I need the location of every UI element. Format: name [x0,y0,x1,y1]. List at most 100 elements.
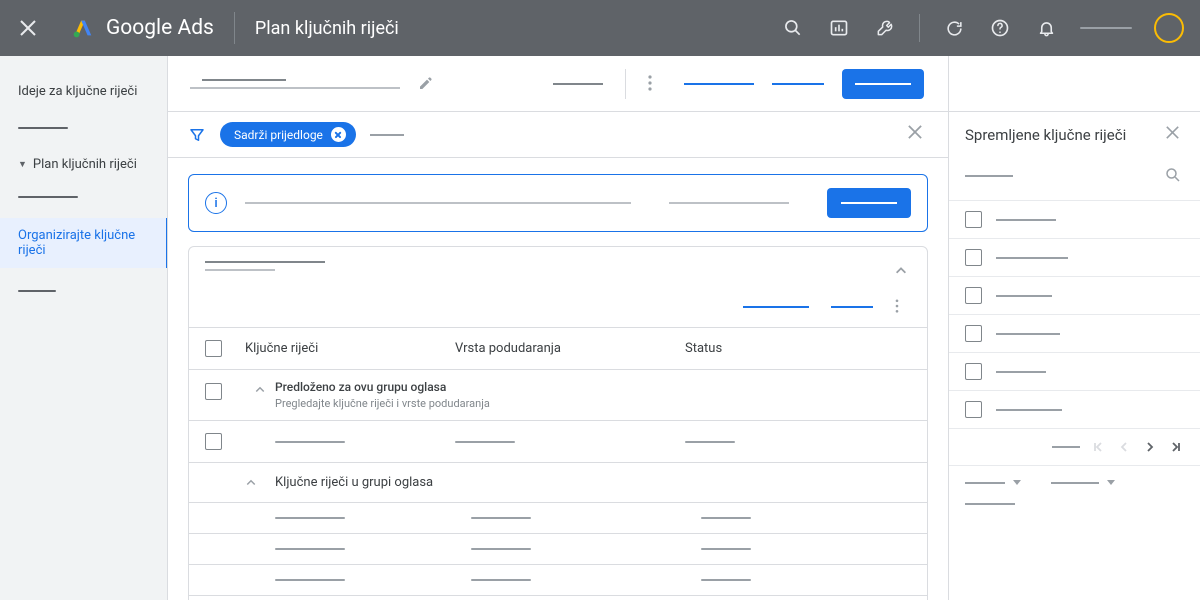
cell-placeholder [275,548,345,550]
sidebar-item-placeholder[interactable] [18,290,56,292]
close-icon[interactable] [16,16,40,40]
avatar[interactable] [1154,13,1184,43]
search-icon[interactable] [781,16,805,40]
chevron-up-icon[interactable] [891,261,911,281]
in-group-label: Ključne riječi u grupi oglasa [275,475,433,490]
table-row[interactable] [189,534,927,565]
footer-select[interactable] [965,480,1021,485]
panel-search[interactable] [949,158,1200,201]
plan-title-placeholder [202,75,436,93]
cell-placeholder [685,441,735,443]
prev-page-icon[interactable] [1116,439,1132,455]
first-page-icon[interactable] [1090,439,1106,455]
center-column: Sadrži prijedloge i [168,112,948,600]
sidebar-item-placeholder[interactable] [18,127,68,129]
center-body: i [168,158,948,600]
caret-down-icon: ▼ [18,159,27,170]
sidebar-item-plan[interactable]: ▼ Plan ključnih riječi [0,147,168,182]
info-action-button[interactable] [827,188,911,218]
table-row[interactable] [189,421,927,463]
more-icon[interactable] [895,299,911,315]
chevron-up-icon[interactable] [245,380,275,410]
sidebar-item-placeholder[interactable] [18,196,78,198]
item-placeholder [996,371,1046,373]
subheader-link-placeholder[interactable] [772,83,824,85]
last-page-icon[interactable] [1168,439,1184,455]
column-keywords[interactable]: Ključne riječi [245,341,455,356]
saved-keywords-panel: Spremljene ključne riječi [948,112,1200,600]
brand-text: Google Ads [106,16,214,40]
group-subtitle-placeholder [205,269,275,271]
item-checkbox[interactable] [965,287,982,304]
suggested-subtitle: Pregledajte ključne riječi i vrste podud… [275,397,490,410]
group-action-link[interactable] [831,306,873,308]
saved-keyword-item[interactable] [949,201,1200,239]
caret-down-icon [1107,480,1115,485]
column-status[interactable]: Status [685,341,911,356]
table-row[interactable] [189,565,927,596]
more-icon[interactable] [648,75,666,93]
reports-icon[interactable] [827,16,851,40]
sidebar-item-organize[interactable]: Organizirajte ključne riječi [0,218,168,268]
cell-placeholder [701,548,751,550]
refresh-icon[interactable] [942,16,966,40]
saved-keyword-item[interactable] [949,239,1200,277]
panel-title: Spremljene ključne riječi [965,126,1126,144]
item-placeholder [996,409,1062,411]
filter-chip[interactable]: Sadrži prijedloge [220,122,356,147]
search-icon[interactable] [1164,166,1184,186]
notifications-icon[interactable] [1034,16,1058,40]
close-icon[interactable] [908,125,928,145]
edit-icon[interactable] [418,75,436,93]
item-checkbox[interactable] [965,363,982,380]
subheader-link-placeholder[interactable] [684,83,754,85]
page-title: Plan ključnih riječi [255,18,399,39]
header-divider [919,14,920,42]
suggested-title: Predloženo za ovu grupu oglasa [275,380,490,394]
suggested-section-row: Predloženo za ovu grupu oglasa Pregledaj… [189,370,927,421]
item-checkbox[interactable] [965,325,982,342]
saved-keyword-item[interactable] [949,315,1200,353]
cell-placeholder [275,579,345,581]
row-checkbox[interactable] [205,383,222,400]
item-placeholder [996,257,1068,259]
cell-placeholder [471,548,531,550]
item-placeholder [996,333,1060,335]
sidebar-item-label: Organizirajte ključne riječi [18,228,148,258]
header-divider [234,12,235,44]
item-checkbox[interactable] [965,211,982,228]
item-checkbox[interactable] [965,249,982,266]
chip-remove-icon[interactable] [331,127,346,142]
filter-icon[interactable] [188,126,206,144]
primary-action-button[interactable] [842,69,924,99]
filter-chip-label: Sadrži prijedloge [234,128,323,142]
help-icon[interactable] [988,16,1012,40]
column-match-type[interactable]: Vrsta podudaranja [455,341,685,356]
pager-info [1052,446,1080,448]
item-checkbox[interactable] [965,401,982,418]
account-placeholder[interactable] [1080,27,1132,29]
select-all-checkbox[interactable] [205,340,222,357]
footer-select[interactable] [1051,480,1115,485]
tools-icon[interactable] [873,16,897,40]
saved-keyword-item[interactable] [949,277,1200,315]
caret-down-icon [1013,480,1021,485]
saved-keyword-item[interactable] [949,391,1200,429]
group-action-link[interactable] [743,306,809,308]
panel-bottom [949,499,1200,519]
table-row[interactable] [189,596,927,600]
cell-placeholder [275,517,345,519]
next-page-icon[interactable] [1142,439,1158,455]
table-row[interactable] [189,503,927,534]
close-icon[interactable] [1166,126,1184,144]
row-checkbox[interactable] [205,433,222,450]
chevron-up-icon[interactable] [245,477,263,489]
google-ads-logo-icon [72,17,94,39]
cell-placeholder [471,579,531,581]
info-text-placeholder [245,202,631,204]
panel-footer [949,466,1200,499]
saved-keyword-item[interactable] [949,353,1200,391]
table-header-row: Ključne riječi Vrsta podudaranja Status [189,328,927,370]
search-placeholder [965,175,1013,177]
filter-placeholder [370,134,404,136]
